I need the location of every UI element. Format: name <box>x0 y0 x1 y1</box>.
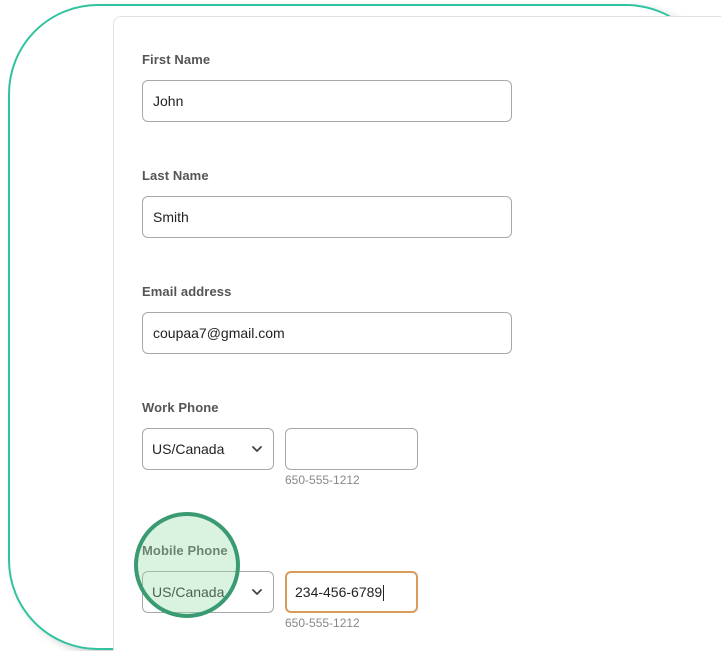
work-phone-country-value: US/Canada <box>152 441 225 457</box>
mobile-phone-country-select[interactable]: US/Canada <box>142 571 274 613</box>
mobile-phone-label: Mobile Phone <box>142 543 228 558</box>
email-label: Email address <box>142 284 232 299</box>
work-phone-hint: 650-555-1212 <box>285 473 360 487</box>
text-caret <box>383 585 385 602</box>
work-phone-country-select[interactable]: US/Canada <box>142 428 274 470</box>
work-phone-label: Work Phone <box>142 400 219 415</box>
mobile-phone-number-field[interactable]: 234-456-6789 <box>285 571 418 613</box>
chevron-down-icon <box>251 429 263 469</box>
email-field[interactable]: coupaa7@gmail.com <box>142 312 512 354</box>
mobile-phone-hint: 650-555-1212 <box>285 616 360 630</box>
screenshot-stage: First Name John Last Name Smith Email ad… <box>0 0 721 651</box>
work-phone-number-field[interactable] <box>285 428 418 470</box>
mobile-phone-number-value: 234-456-6789 <box>295 584 383 600</box>
mobile-phone-country-value: US/Canada <box>152 584 225 600</box>
last-name-label: Last Name <box>142 168 209 183</box>
first-name-label: First Name <box>142 52 211 67</box>
first-name-field[interactable]: John <box>142 80 512 122</box>
last-name-field[interactable]: Smith <box>142 196 512 238</box>
chevron-down-icon <box>251 572 263 612</box>
